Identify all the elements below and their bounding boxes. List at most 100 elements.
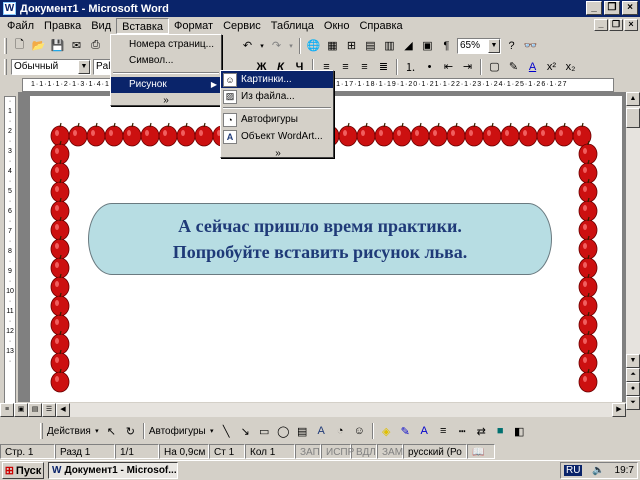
maximize-button[interactable]: ❐ (604, 1, 620, 15)
3d-icon[interactable]: ◧ (511, 423, 528, 439)
status-trk[interactable]: ИСПР (321, 443, 354, 459)
new-document-icon[interactable]: 🗋 (11, 38, 28, 54)
align-right-icon[interactable]: ≡ (356, 59, 373, 75)
doc-close-button[interactable]: × (624, 19, 638, 31)
rectangle-icon[interactable]: ▭ (256, 423, 273, 439)
read-icon[interactable]: 👓 (522, 38, 539, 54)
menu-edit[interactable]: Правка (39, 18, 86, 34)
arrow-icon[interactable]: ↘ (237, 423, 254, 439)
insert-excel-icon[interactable]: ▤ (362, 38, 379, 54)
insert-table-icon[interactable]: ⊞ (343, 38, 360, 54)
borders-icon[interactable]: ▢ (486, 59, 503, 75)
scroll-left-icon[interactable]: ◀ (56, 403, 70, 417)
save-icon[interactable]: 💾 (49, 38, 66, 54)
minimize-button[interactable]: _ (586, 1, 602, 15)
increase-indent-icon[interactable]: ⇥ (459, 59, 476, 75)
next-page-icon[interactable]: ⏷ (626, 396, 640, 410)
scroll-thumb[interactable] (626, 108, 640, 128)
arrow-style-icon[interactable]: ⇄ (473, 423, 490, 439)
menu-view[interactable]: Вид (86, 18, 116, 34)
menu-format[interactable]: Формат (169, 18, 218, 34)
superscript-icon[interactable]: x² (543, 59, 560, 75)
menu-insert[interactable]: Вставка (116, 18, 170, 34)
redo-dropdown-icon[interactable]: ▾ (287, 38, 295, 54)
chevron-down-icon[interactable]: ▼ (78, 59, 90, 74)
spelling-status-icon[interactable]: 📖 (467, 443, 495, 459)
menu-expand[interactable]: » (111, 93, 221, 109)
volume-icon[interactable]: 🔈 (592, 465, 604, 476)
line-color-icon[interactable]: ✎ (397, 423, 414, 439)
callout-shape[interactable]: А сейчас пришло время практики. Попробуй… (88, 203, 552, 275)
diagram-icon[interactable]: ◔ (332, 423, 349, 439)
web-view-icon[interactable]: ▣ (14, 403, 28, 417)
font-color-icon[interactable]: A (524, 59, 541, 75)
show-hide-icon[interactable]: ¶ (438, 38, 455, 54)
outline-view-icon[interactable]: ☰ (42, 403, 56, 417)
select-objects-icon[interactable]: ↖ (103, 423, 120, 439)
line-style-icon[interactable]: ≡ (435, 423, 452, 439)
autoshapes-menu[interactable]: Автофигуры (149, 426, 206, 437)
redo-icon[interactable]: ↷ (268, 38, 285, 54)
chevron-down-icon[interactable]: ▾ (93, 423, 101, 439)
subscript-icon[interactable]: x₂ (562, 59, 579, 75)
document-map-icon[interactable]: ▣ (419, 38, 436, 54)
style-combo[interactable]: Обычный ▼ (11, 58, 91, 75)
hyperlink-icon[interactable]: 🌐 (305, 38, 322, 54)
undo-icon[interactable]: ↶ (239, 38, 256, 54)
clipart-icon[interactable]: ☺ (351, 423, 368, 439)
wordart-icon[interactable]: A (313, 423, 330, 439)
drawing-icon[interactable]: ◢ (400, 38, 417, 54)
fill-color-icon[interactable]: ◈ (378, 423, 395, 439)
align-center-icon[interactable]: ≡ (337, 59, 354, 75)
submenu-expand[interactable]: » (221, 145, 333, 162)
actions-menu[interactable]: Действия (47, 426, 91, 437)
chevron-down-icon[interactable]: ▾ (208, 423, 216, 439)
free-rotate-icon[interactable]: ↻ (122, 423, 139, 439)
browse-object-icon[interactable]: ● (626, 382, 640, 396)
text-box-icon[interactable]: ▤ (294, 423, 311, 439)
menu-item-from-file[interactable]: ▨ Из файла... (221, 88, 333, 105)
status-ext[interactable]: ВДЛ (351, 443, 377, 459)
menu-item-page-numbers[interactable]: Номера страниц... (111, 37, 221, 53)
close-button[interactable]: × (622, 1, 638, 15)
vertical-ruler[interactable]: · 1 · 2 · 3 · 4 · 5 · 6 · 7 · 8 · 9 · 10 · 11 · 12 · 13 · (4, 96, 16, 406)
status-rec[interactable]: ЗАП (295, 443, 321, 459)
tables-borders-icon[interactable]: ▦ (324, 38, 341, 54)
line-icon[interactable]: ╲ (218, 423, 235, 439)
justify-icon[interactable]: ≣ (375, 59, 392, 75)
menu-item-clipart[interactable]: ☺ Картинки... (221, 71, 333, 88)
columns-icon[interactable]: ▥ (381, 38, 398, 54)
bullets-icon[interactable]: • (421, 59, 438, 75)
doc-restore-button[interactable]: ❐ (609, 19, 623, 31)
status-ovr[interactable]: ЗАМ (377, 443, 403, 459)
email-icon[interactable]: ✉ (68, 38, 85, 54)
menu-window[interactable]: Окно (319, 18, 355, 34)
zoom-combo[interactable]: 65% ▼ (457, 37, 501, 54)
prev-page-icon[interactable]: ⏶ (626, 368, 640, 382)
menu-item-picture[interactable]: Рисунок ▶ (111, 77, 221, 93)
decrease-indent-icon[interactable]: ⇤ (440, 59, 457, 75)
undo-dropdown-icon[interactable]: ▾ (258, 38, 266, 54)
menu-file[interactable]: Файл (2, 18, 39, 34)
highlight-icon[interactable]: ✎ (505, 59, 522, 75)
dash-style-icon[interactable]: ┅ (454, 423, 471, 439)
menu-item-symbol[interactable]: Символ... (111, 53, 221, 69)
scroll-down-icon[interactable]: ▼ (626, 354, 640, 368)
scroll-up-icon[interactable]: ▲ (626, 92, 640, 106)
language-indicator[interactable]: RU (564, 465, 583, 476)
menu-table[interactable]: Таблица (266, 18, 319, 34)
normal-view-icon[interactable]: ≡ (0, 403, 14, 417)
chevron-down-icon[interactable]: ▼ (488, 38, 500, 53)
numbering-icon[interactable]: ⒈ (402, 59, 419, 75)
start-button[interactable]: ⊞ Пуск (2, 462, 44, 479)
doc-minimize-button[interactable]: _ (594, 19, 608, 31)
horizontal-scrollbar[interactable]: ≡ ▣ ▤ ☰ ◀ ▶ (0, 403, 626, 417)
print-layout-icon[interactable]: ▤ (28, 403, 42, 417)
menu-item-autoshapes[interactable]: ◔ Автофигуры (221, 111, 333, 128)
menu-help[interactable]: Справка (354, 18, 407, 34)
print-icon[interactable]: ⎙ (87, 38, 104, 54)
scroll-right-icon[interactable]: ▶ (612, 403, 626, 417)
vertical-scrollbar[interactable]: ▲ ▼ ⏶ ● ⏷ (626, 92, 640, 410)
font-color-icon[interactable]: A (416, 423, 433, 439)
menu-tools[interactable]: Сервис (218, 18, 266, 34)
